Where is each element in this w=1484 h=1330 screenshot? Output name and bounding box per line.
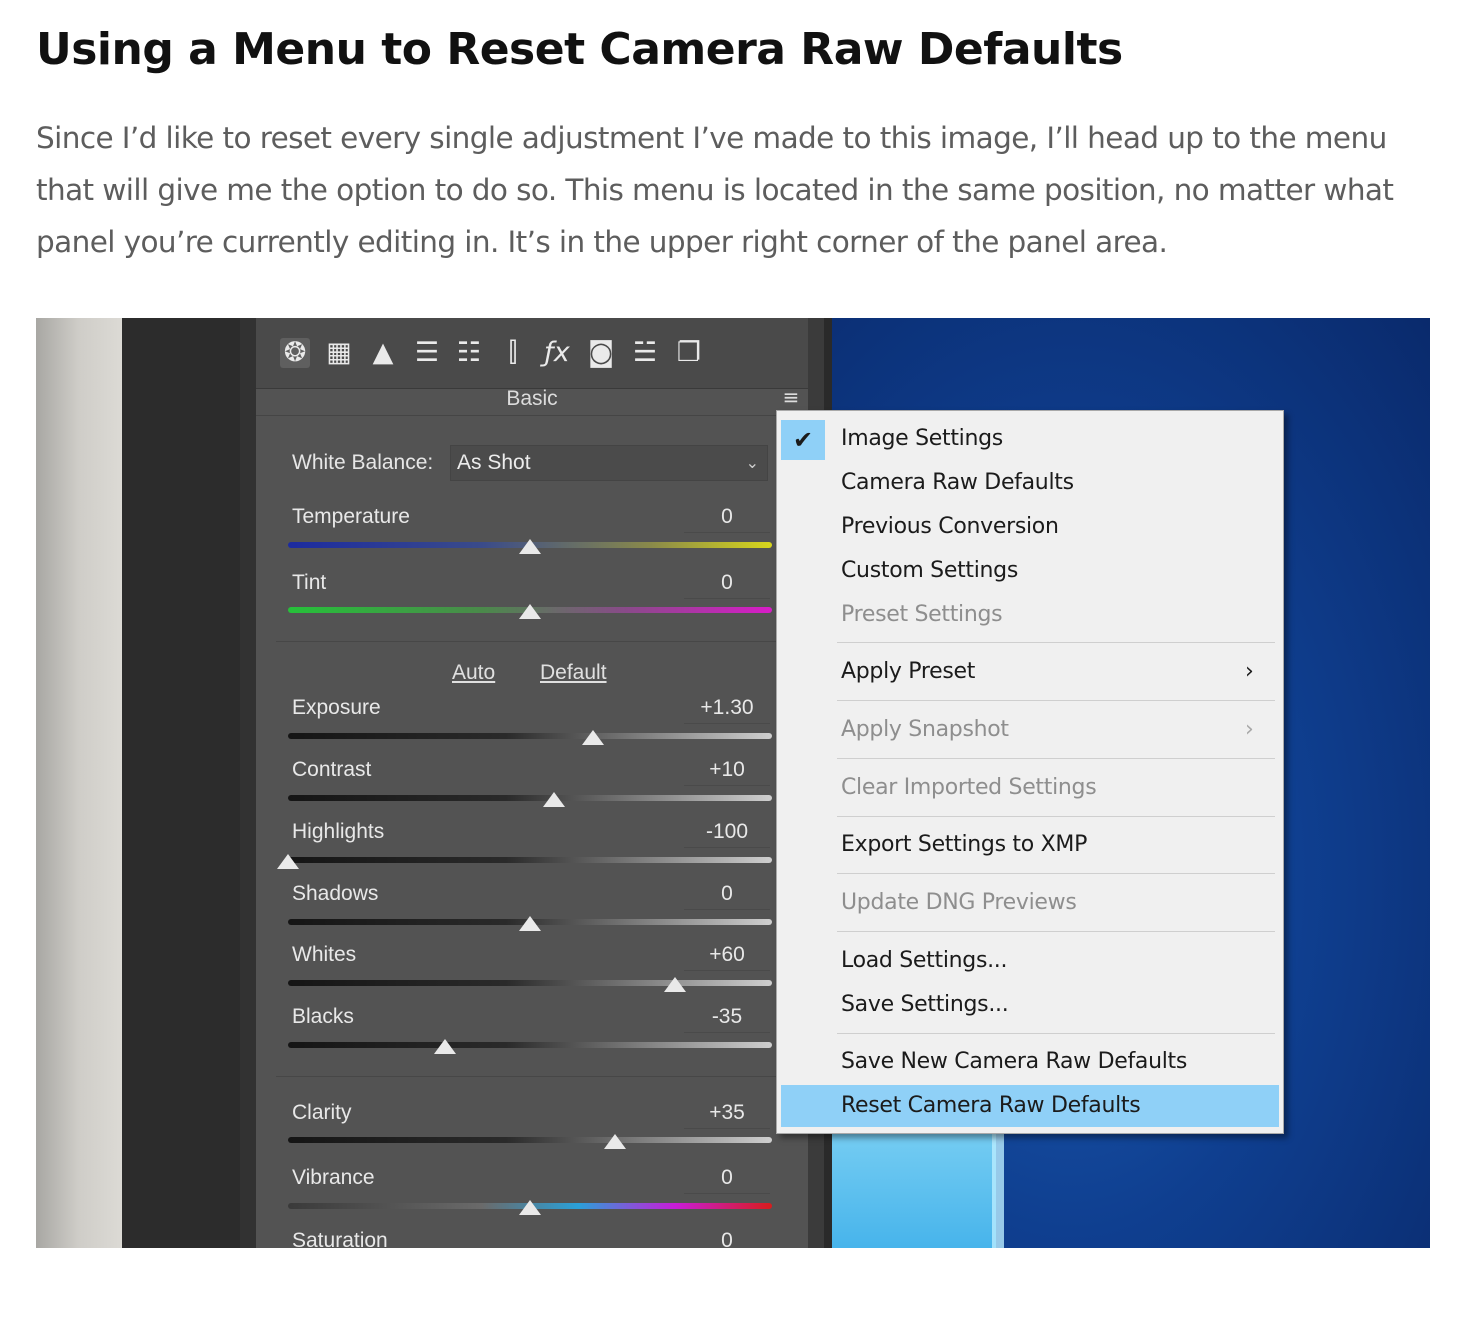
menu-item-image-settings[interactable]: Image Settings xyxy=(841,424,1003,454)
snapshots-icon[interactable]: ❐ xyxy=(674,338,704,368)
title-divider xyxy=(256,415,808,416)
menu-separator xyxy=(837,873,1275,874)
contrast-value[interactable]: +10 xyxy=(684,755,770,786)
hsl-icon[interactable]: ☰ xyxy=(412,338,442,368)
section-divider xyxy=(276,641,808,642)
menu-item-apply-preset[interactable]: Apply Preset xyxy=(841,657,975,687)
panel-title: Basic xyxy=(506,387,558,410)
presets-sliders-icon[interactable]: ☱ xyxy=(630,338,660,368)
menu-item-save-new-camera-raw-defaults[interactable]: Save New Camera Raw Defaults xyxy=(841,1047,1187,1077)
menu-item-reset-camera-raw-defaults[interactable]: Reset Camera Raw Defaults xyxy=(841,1091,1141,1121)
settings-context-menu: ✔ Image Settings Camera Raw Defaults Pre… xyxy=(776,410,1284,1134)
exposure-label: Exposure xyxy=(292,696,381,719)
chevron-down-icon: ⌄ xyxy=(745,453,759,472)
saturation-value[interactable]: 0 xyxy=(684,1226,770,1248)
screenshot: ❂ ▦ ▲ ☰ ☷ ⫿ ƒx ◙ ☱ ❐ Basic ≡ White Balan… xyxy=(36,318,1430,1248)
saturation-label: Saturation xyxy=(292,1229,388,1248)
whites-thumb[interactable] xyxy=(664,977,687,992)
whites-track[interactable] xyxy=(288,980,772,986)
blacks-label: Blacks xyxy=(292,1005,354,1028)
menu-separator xyxy=(837,700,1275,701)
panel-menu-icon[interactable]: ≡ xyxy=(780,386,802,408)
menu-separator xyxy=(837,816,1275,817)
auto-link[interactable]: Auto xyxy=(452,658,495,688)
tone-curve-grid-icon[interactable]: ▦ xyxy=(324,338,354,368)
exposure-track[interactable] xyxy=(288,733,772,739)
default-link[interactable]: Default xyxy=(540,658,607,688)
vibrance-label: Vibrance xyxy=(292,1166,375,1189)
clarity-thumb[interactable] xyxy=(603,1134,626,1149)
lens-corrections-icon[interactable]: ⫿ xyxy=(498,338,528,368)
exposure-thumb[interactable] xyxy=(581,730,604,745)
highlights-label: Highlights xyxy=(292,820,385,843)
tint-value[interactable]: 0 xyxy=(684,568,770,599)
clarity-track[interactable] xyxy=(288,1137,772,1143)
clarity-label: Clarity xyxy=(292,1101,352,1124)
contrast-label: Contrast xyxy=(292,758,372,781)
temperature-label: Temperature xyxy=(292,505,410,528)
menu-separator xyxy=(837,1033,1275,1034)
menu-separator xyxy=(837,642,1275,643)
section-divider xyxy=(276,1076,808,1077)
tint-label: Tint xyxy=(292,571,327,594)
menu-item-custom-settings[interactable]: Custom Settings xyxy=(841,556,1018,586)
menu-item-apply-snapshot: Apply Snapshot xyxy=(841,717,1009,742)
menu-item-update-dng-previews: Update DNG Previews xyxy=(841,890,1077,915)
panel-toolbar: ❂ ▦ ▲ ☰ ☷ ⫿ ƒx ◙ ☱ ❐ xyxy=(256,318,808,389)
article-body: Since I’d like to reset every single adj… xyxy=(36,121,1394,259)
contrast-thumb[interactable] xyxy=(543,792,566,807)
temperature-thumb[interactable] xyxy=(519,539,541,554)
window-dark-band xyxy=(122,318,256,1248)
effects-fx-icon[interactable]: ƒx xyxy=(542,338,572,368)
vibrance-thumb[interactable] xyxy=(519,1200,541,1215)
menu-separator xyxy=(837,758,1275,759)
highlights-track[interactable] xyxy=(288,857,772,863)
menu-item-camera-raw-defaults[interactable]: Camera Raw Defaults xyxy=(841,468,1074,498)
panel-frame xyxy=(240,318,256,1248)
menu-item-preset-settings: Preset Settings xyxy=(841,602,1003,627)
shadows-thumb[interactable] xyxy=(519,916,541,931)
blacks-value[interactable]: -35 xyxy=(684,1002,770,1033)
menu-item-save-settings[interactable]: Save Settings... xyxy=(841,990,1009,1020)
temperature-value[interactable]: 0 xyxy=(684,502,770,533)
white-balance-value: As Shot xyxy=(457,451,531,474)
blacks-thumb[interactable] xyxy=(434,1039,457,1054)
chevron-right-icon: › xyxy=(1245,717,1254,742)
menu-separator xyxy=(837,931,1275,932)
basic-aperture-icon[interactable]: ❂ xyxy=(280,338,310,368)
camera-calibration-icon[interactable]: ◙ xyxy=(586,338,616,368)
blacks-track[interactable] xyxy=(288,1042,772,1048)
menu-item-previous-conversion[interactable]: Previous Conversion xyxy=(841,512,1059,542)
menu-item-export-settings-xmp[interactable]: Export Settings to XMP xyxy=(841,830,1087,860)
clarity-value[interactable]: +35 xyxy=(684,1098,770,1129)
chevron-right-icon: › xyxy=(1245,659,1254,684)
menu-item-load-settings[interactable]: Load Settings... xyxy=(841,946,1007,976)
background-wall xyxy=(36,318,122,1248)
whites-label: Whites xyxy=(292,943,357,966)
split-toning-icon[interactable]: ☷ xyxy=(454,338,484,368)
whites-value[interactable]: +60 xyxy=(684,940,770,971)
highlights-value[interactable]: -100 xyxy=(684,817,770,848)
detail-mountain-icon[interactable]: ▲ xyxy=(368,338,398,368)
highlights-thumb[interactable] xyxy=(277,854,299,869)
shadows-label: Shadows xyxy=(292,882,379,905)
shadows-value[interactable]: 0 xyxy=(684,879,770,910)
exposure-value[interactable]: +1.30 xyxy=(684,693,770,724)
article-title: Using a Menu to Reset Camera Raw Default… xyxy=(36,24,1123,75)
tint-thumb[interactable] xyxy=(519,604,541,619)
white-balance-label: White Balance: xyxy=(292,451,434,474)
contrast-track[interactable] xyxy=(288,795,772,801)
white-balance-select[interactable]: As Shot ⌄ xyxy=(450,445,768,481)
check-icon: ✔ xyxy=(792,426,814,454)
vibrance-value[interactable]: 0 xyxy=(684,1163,770,1194)
menu-item-clear-imported-settings: Clear Imported Settings xyxy=(841,775,1097,800)
